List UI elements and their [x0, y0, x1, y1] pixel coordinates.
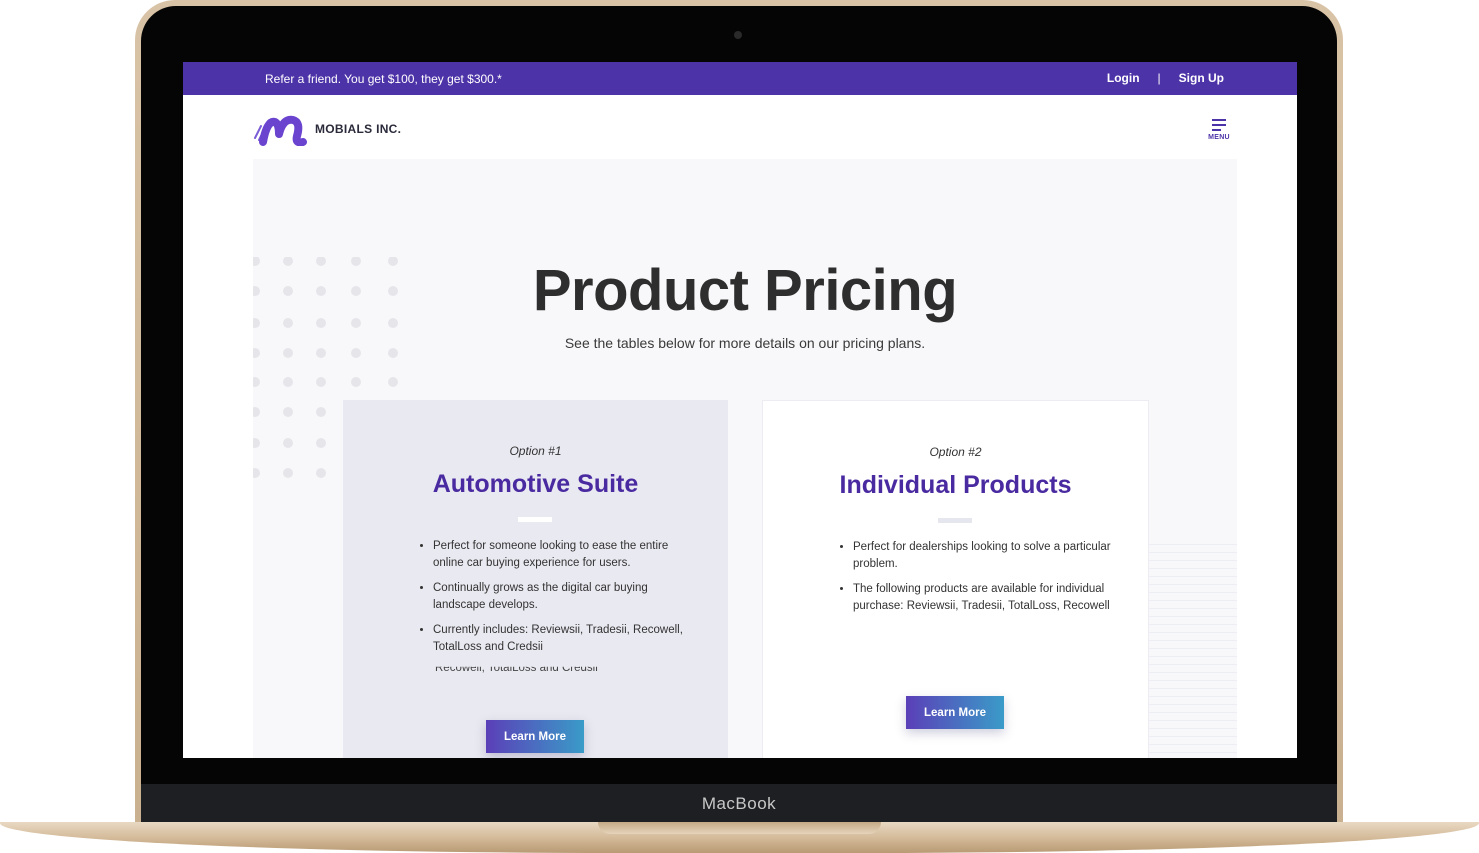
feature-item: Perfect for dealerships looking to solve…	[853, 539, 1113, 573]
feature-item: Currently includes: Reviewsii, Tradesii,…	[433, 622, 693, 656]
login-link[interactable]: Login	[1107, 71, 1140, 85]
pricing-card-automotive-suite: Option #1 Automotive Suite Perfect for s…	[343, 400, 728, 758]
learn-more-button[interactable]: Learn More	[906, 696, 1004, 729]
feature-item: Perfect for someone looking to ease the …	[433, 538, 693, 572]
option-label: Option #2	[929, 445, 982, 459]
menu-label: MENU	[1208, 134, 1230, 141]
decorative-line-pattern	[1148, 544, 1237, 758]
browser-screen: Refer a friend. You get $100, they get $…	[183, 62, 1297, 758]
hamburger-icon	[1205, 119, 1233, 131]
title-divider	[518, 517, 552, 522]
feature-list: Perfect for dealerships looking to solve…	[835, 539, 1113, 623]
promo-bar: Refer a friend. You get $100, they get $…	[183, 62, 1297, 95]
webcam-icon	[734, 31, 742, 39]
plan-title: Automotive Suite	[432, 470, 639, 498]
pricing-section: Product Pricing See the tables below for…	[253, 159, 1237, 758]
plan-title: Individual Products	[839, 471, 1072, 499]
link-separator: |	[1157, 71, 1161, 85]
auth-links: Login | Sign Up	[1107, 71, 1224, 85]
feature-item: The following products are available for…	[853, 581, 1113, 615]
signup-link[interactable]: Sign Up	[1179, 71, 1224, 85]
learn-more-button[interactable]: Learn More	[486, 720, 584, 753]
page-title: Product Pricing	[532, 258, 958, 323]
device-label: MacBook	[701, 794, 777, 813]
laptop-hinge-notch	[598, 822, 881, 834]
promo-text: Refer a friend. You get $100, they get $…	[265, 72, 502, 86]
pricing-card-individual-products: Option #2 Individual Products Perfect fo…	[762, 400, 1149, 758]
laptop-chin: MacBook	[141, 784, 1337, 824]
menu-button[interactable]: MENU	[1205, 119, 1233, 141]
brand-logo[interactable]: MOBIALS INC.	[253, 112, 401, 146]
title-divider	[938, 518, 972, 523]
page-subtitle: See the tables below for more details on…	[564, 335, 926, 351]
navbar: MOBIALS INC. MENU	[183, 95, 1297, 159]
brand-name: MOBIALS INC.	[315, 122, 402, 136]
feature-list: Perfect for someone looking to ease the …	[415, 538, 693, 664]
feature-item: Continually grows as the digital car buy…	[433, 580, 693, 614]
mobials-logo-icon	[254, 115, 307, 146]
option-label: Option #1	[509, 444, 562, 458]
